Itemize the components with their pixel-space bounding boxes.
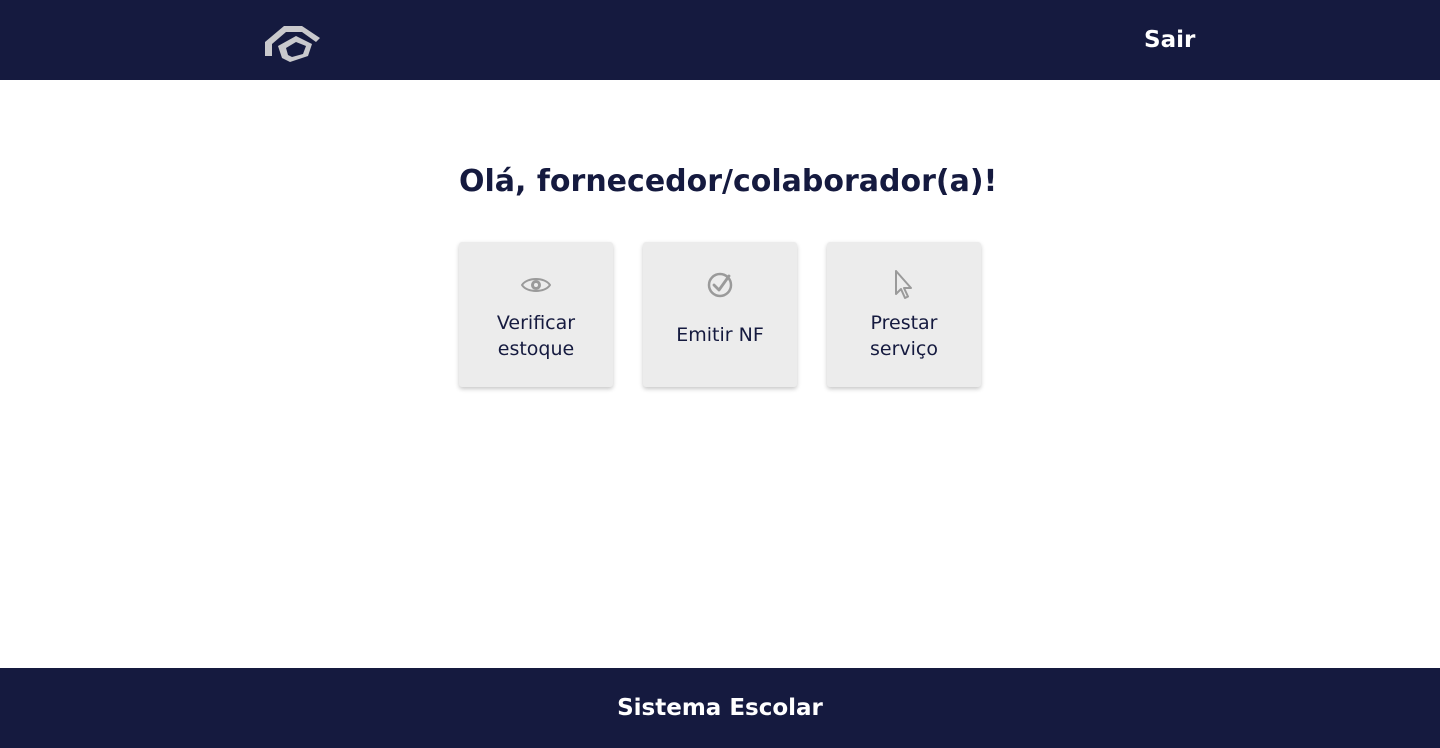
action-cards: Verificar estoque Emitir NF Prestar serv… (459, 242, 981, 387)
provide-service-card[interactable]: Prestar serviço (827, 242, 981, 387)
issue-invoice-label-line1: Emitir NF (676, 324, 764, 346)
graduation-cap-icon[interactable] (262, 20, 322, 64)
issue-invoice-card[interactable]: Emitir NF (643, 242, 797, 387)
provide-service-label: Prestar serviço (827, 310, 981, 362)
logout-button[interactable]: Sair (1144, 26, 1195, 54)
cursor-icon (889, 270, 919, 300)
provide-service-label-line1: Prestar (870, 312, 938, 334)
page-title: Olá, fornecedor/colaborador(a)! (459, 164, 998, 199)
footer-title: Sistema Escolar (617, 695, 823, 721)
check-circle-icon (705, 270, 735, 300)
verify-stock-label-line2: estoque (497, 338, 575, 360)
footer: Sistema Escolar (0, 668, 1440, 748)
issue-invoice-label: Emitir NF (643, 322, 797, 348)
provide-service-label-line2: serviço (870, 338, 938, 360)
top-navbar: Sair (0, 0, 1440, 80)
verify-stock-label-line1: Verificar (496, 312, 576, 334)
verify-stock-label: Verificar estoque (459, 310, 613, 362)
eye-icon (520, 270, 552, 300)
verify-stock-card[interactable]: Verificar estoque (459, 242, 613, 387)
